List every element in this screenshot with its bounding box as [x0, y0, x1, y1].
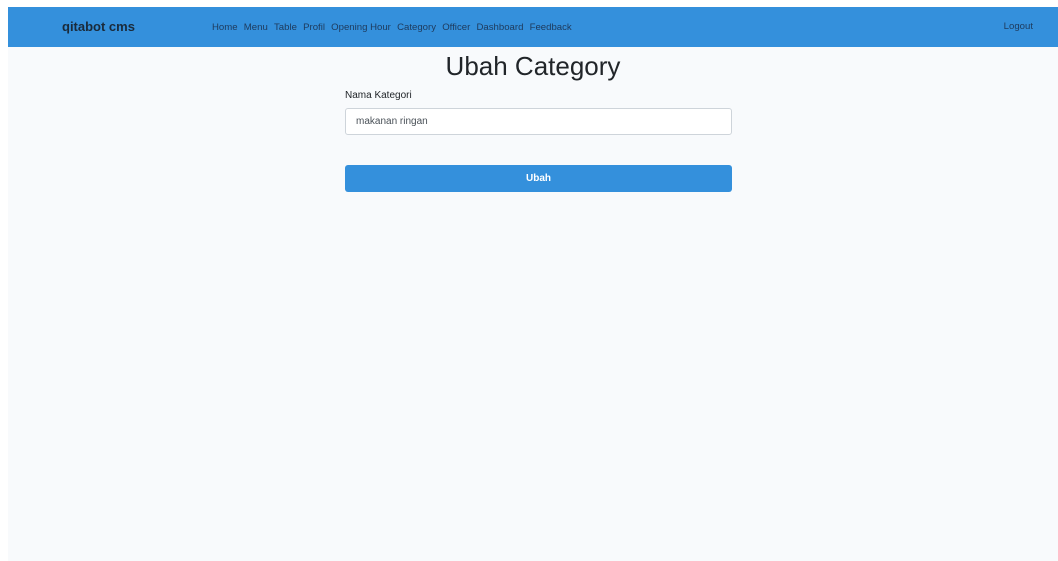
nav-link-opening-hour[interactable]: Opening Hour	[331, 22, 391, 33]
logout-link[interactable]: Logout	[1004, 7, 1033, 47]
nav-link-dashboard[interactable]: Dashboard	[476, 22, 523, 33]
nav-link-officer[interactable]: Officer	[442, 22, 470, 33]
top-navbar: qitabot cms Home Menu Table Profil Openi…	[8, 7, 1058, 47]
nav-link-category[interactable]: Category	[397, 22, 436, 33]
category-name-label: Nama Kategori	[345, 90, 412, 101]
ubah-submit-button[interactable]: Ubah	[345, 165, 732, 192]
nav-link-table[interactable]: Table	[274, 22, 297, 33]
page-frame: qitabot cms Home Menu Table Profil Openi…	[8, 7, 1058, 561]
nav-link-feedback[interactable]: Feedback	[530, 22, 572, 33]
category-name-input[interactable]	[345, 108, 732, 135]
page-title: Ubah Category	[445, 51, 621, 81]
nav-link-menu[interactable]: Menu	[244, 22, 268, 33]
nav-link-home[interactable]: Home	[212, 22, 238, 33]
nav-links: Home Menu Table Profil Opening Hour Cate…	[212, 7, 578, 47]
brand-link[interactable]: qitabot cms	[62, 7, 135, 47]
nav-link-profil[interactable]: Profil	[303, 22, 325, 33]
